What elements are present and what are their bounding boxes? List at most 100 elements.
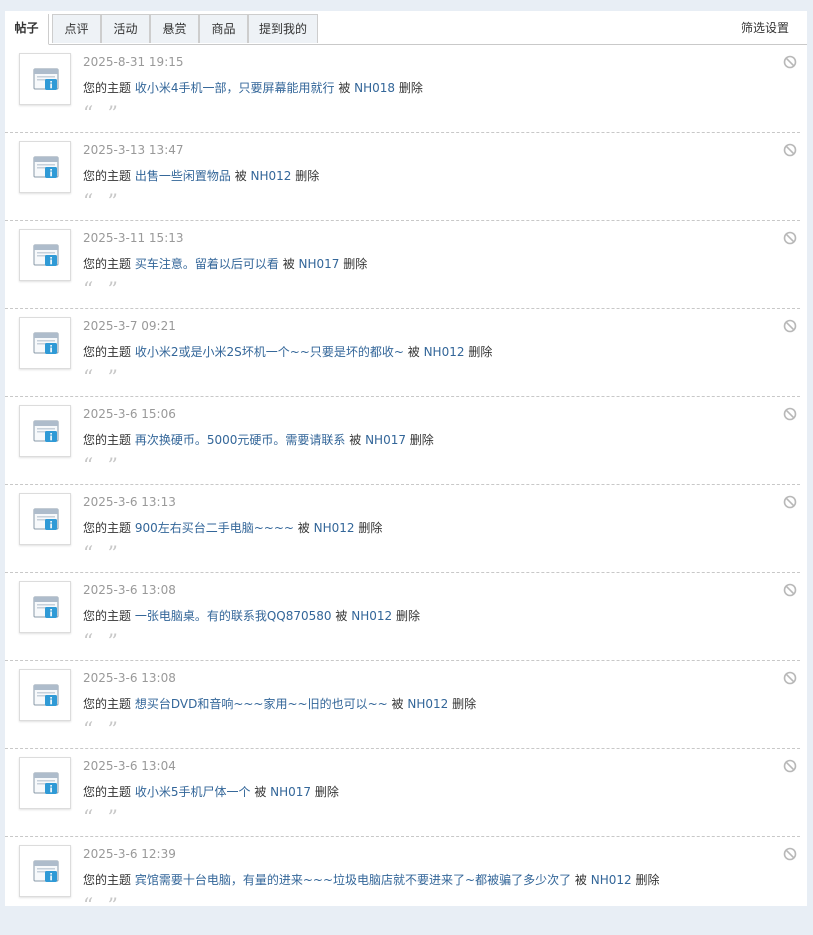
user-link[interactable]: NH012 [407, 697, 448, 711]
system-notice-icon [19, 141, 71, 193]
message-action: 删除 [398, 81, 423, 95]
quote-marks: “ ” [83, 453, 122, 477]
notification-time: 2025-3-6 15:06 [83, 407, 176, 421]
ignore-icon[interactable] [783, 583, 797, 600]
notification-panel: 帖子 点评 活动 悬赏 商品 提到我的 筛选设置 2025-8-31 19:15… [5, 11, 807, 906]
message-action: 删除 [468, 345, 493, 359]
message-action: 删除 [409, 433, 434, 447]
message-prefix: 您的主题 [83, 873, 132, 887]
notification-item: 2025-8-31 19:15 您的主题 收小米4手机一部，只要屏幕能用就行 被 … [5, 45, 800, 133]
thread-title-link[interactable]: 900左右买台二手电脑~~~~ [135, 521, 294, 535]
notification-item: 2025-3-6 12:39 您的主题 宾馆需要十台电脑，有量的进来~~~垃圾电脑… [5, 837, 800, 906]
tab-activities[interactable]: 活动 [101, 14, 150, 43]
system-notice-icon [19, 317, 71, 369]
thread-title-link[interactable]: 买车注意。留着以后可以看 [135, 257, 279, 271]
message-action: 删除 [314, 785, 339, 799]
ignore-icon[interactable] [783, 143, 797, 160]
notification-message: 您的主题 收小米4手机一部，只要屏幕能用就行 被 NH018 删除 [83, 79, 423, 96]
notification-list: 2025-8-31 19:15 您的主题 收小米4手机一部，只要屏幕能用就行 被 … [5, 45, 807, 906]
user-link[interactable]: NH017 [299, 257, 340, 271]
message-by: 被 [349, 433, 362, 447]
quote-marks: “ ” [83, 805, 122, 829]
notification-message: 您的主题 宾馆需要十台电脑，有量的进来~~~垃圾电脑店就不要进来了~都被骗了多少… [83, 871, 660, 888]
quote-marks: “ ” [83, 893, 122, 906]
message-by: 被 [574, 873, 587, 887]
notification-item: 2025-3-6 15:06 您的主题 再次换硬币。5000元硬币。需要请联系 被… [5, 397, 800, 485]
notification-message: 您的主题 再次换硬币。5000元硬币。需要请联系 被 NH017 删除 [83, 431, 434, 448]
message-prefix: 您的主题 [83, 521, 132, 535]
ignore-icon[interactable] [783, 847, 797, 864]
system-notice-icon [19, 53, 71, 105]
notification-time: 2025-3-6 12:39 [83, 847, 176, 861]
message-action: 删除 [635, 873, 660, 887]
ignore-icon[interactable] [783, 231, 797, 248]
tab-mentions[interactable]: 提到我的 [248, 14, 318, 43]
user-link[interactable]: NH012 [591, 873, 632, 887]
notification-message: 您的主题 收小米5手机尸体一个 被 NH017 删除 [83, 783, 339, 800]
thread-title-link[interactable]: 一张电脑桌。有的联系我QQ870580 [135, 609, 332, 623]
system-notice-icon [19, 405, 71, 457]
tab-reviews[interactable]: 点评 [52, 14, 101, 43]
system-notice-icon [19, 757, 71, 809]
notification-message: 您的主题 想买台DVD和音响~~~家用~~旧的也可以~~ 被 NH012 删除 [83, 695, 476, 712]
ignore-icon[interactable] [783, 759, 797, 776]
notification-item: 2025-3-7 09:21 您的主题 收小米2或是小米2S坏机一个~~只要是坏的… [5, 309, 800, 397]
notification-item: 2025-3-11 15:13 您的主题 买车注意。留着以后可以看 被 NH017… [5, 221, 800, 309]
user-link[interactable]: NH012 [251, 169, 292, 183]
ignore-icon[interactable] [783, 407, 797, 424]
thread-title-link[interactable]: 再次换硬币。5000元硬币。需要请联系 [135, 433, 346, 447]
notification-item: 2025-3-6 13:04 您的主题 收小米5手机尸体一个 被 NH017 删除… [5, 749, 800, 837]
message-prefix: 您的主题 [83, 609, 132, 623]
notification-message: 您的主题 收小米2或是小米2S坏机一个~~只要是坏的都收~ 被 NH012 删除 [83, 343, 492, 360]
thread-title-link[interactable]: 出售一些闲置物品 [135, 169, 231, 183]
message-prefix: 您的主题 [83, 169, 132, 183]
message-action: 删除 [452, 697, 477, 711]
user-link[interactable]: NH017 [365, 433, 406, 447]
ignore-icon[interactable] [783, 319, 797, 336]
user-link[interactable]: NH012 [351, 609, 392, 623]
tab-bar: 帖子 点评 活动 悬赏 商品 提到我的 筛选设置 [5, 11, 807, 45]
quote-marks: “ ” [83, 717, 122, 741]
quote-marks: “ ” [83, 189, 122, 213]
message-prefix: 您的主题 [83, 433, 132, 447]
message-action: 删除 [295, 169, 320, 183]
filter-settings-link[interactable]: 筛选设置 [741, 19, 789, 36]
system-notice-icon [19, 581, 71, 633]
notification-item: 2025-3-6 13:13 您的主题 900左右买台二手电脑~~~~ 被 NH0… [5, 485, 800, 573]
ignore-icon[interactable] [783, 55, 797, 72]
message-by: 被 [282, 257, 295, 271]
user-link[interactable]: NH018 [354, 81, 395, 95]
tab-posts[interactable]: 帖子 [5, 14, 49, 45]
tab-goods[interactable]: 商品 [199, 14, 248, 43]
thread-title-link[interactable]: 收小米5手机尸体一个 [135, 785, 251, 799]
notification-item: 2025-3-13 13:47 您的主题 出售一些闲置物品 被 NH012 删除 “… [5, 133, 800, 221]
notification-time: 2025-3-6 13:08 [83, 583, 176, 597]
thread-title-link[interactable]: 收小米2或是小米2S坏机一个~~只要是坏的都收~ [135, 345, 404, 359]
ignore-icon[interactable] [783, 671, 797, 688]
user-link[interactable]: NH017 [270, 785, 311, 799]
message-by: 被 [234, 169, 247, 183]
thread-title-link[interactable]: 收小米4手机一部，只要屏幕能用就行 [135, 81, 335, 95]
user-link[interactable]: NH012 [314, 521, 355, 535]
thread-title-link[interactable]: 宾馆需要十台电脑，有量的进来~~~垃圾电脑店就不要进来了~都被骗了多少次了 [135, 873, 571, 887]
quote-marks: “ ” [83, 277, 122, 301]
message-prefix: 您的主题 [83, 697, 132, 711]
message-prefix: 您的主题 [83, 785, 132, 799]
quote-marks: “ ” [83, 541, 122, 565]
message-action: 删除 [358, 521, 383, 535]
system-notice-icon [19, 493, 71, 545]
message-by: 被 [391, 697, 404, 711]
notification-message: 您的主题 出售一些闲置物品 被 NH012 删除 [83, 167, 319, 184]
message-by: 被 [407, 345, 420, 359]
message-by: 被 [335, 609, 348, 623]
notification-message: 您的主题 一张电脑桌。有的联系我QQ870580 被 NH012 删除 [83, 607, 420, 624]
tab-rewards[interactable]: 悬赏 [150, 14, 199, 43]
thread-title-link[interactable]: 想买台DVD和音响~~~家用~~旧的也可以~~ [135, 697, 388, 711]
user-link[interactable]: NH012 [424, 345, 465, 359]
notification-item: 2025-3-6 13:08 您的主题 想买台DVD和音响~~~家用~~旧的也可以… [5, 661, 800, 749]
notification-time: 2025-3-13 13:47 [83, 143, 184, 157]
notification-time: 2025-3-6 13:04 [83, 759, 176, 773]
system-notice-icon [19, 669, 71, 721]
ignore-icon[interactable] [783, 495, 797, 512]
message-by: 被 [338, 81, 351, 95]
